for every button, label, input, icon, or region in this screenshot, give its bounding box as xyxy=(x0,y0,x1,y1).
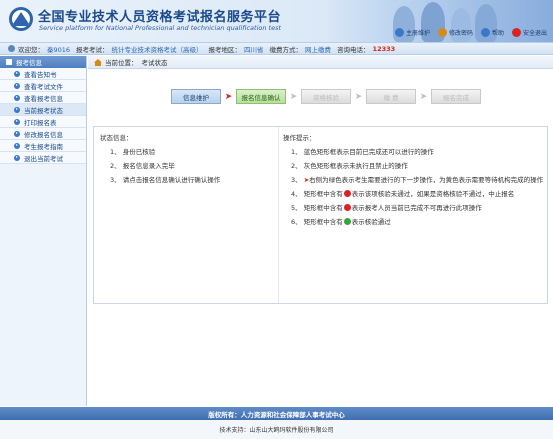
step-complete: 报名完成 xyxy=(431,89,481,104)
header: 全国专业技术人员资格考试报名服务平台 Service platform for … xyxy=(0,0,553,42)
play-circle-icon xyxy=(14,154,20,161)
tip-item: 3、 ➤右侧为绿色表示考生需要进行的下一步操作，为黄色表示需要等待机构完成的操作 xyxy=(291,176,544,184)
play-circle-icon xyxy=(14,82,20,89)
progress-steps: 信息维护 ➤ 报名信息确认 ➤ 资格核验 ➤ 缴 费 ➤ 报名完成 xyxy=(171,89,481,104)
exit-icon xyxy=(511,28,521,37)
play-circle-icon xyxy=(14,70,20,77)
sidebar-item-print[interactable]: 打印报名表 xyxy=(0,116,86,128)
user-name: 秦9016 xyxy=(47,45,71,54)
status-item: 2、 报名信息录入完毕 xyxy=(110,162,175,170)
platform-subtitle: Service platform for National Profession… xyxy=(39,24,282,32)
sidebar-title: 报考信息 xyxy=(0,56,86,68)
help-link[interactable]: 帮助 xyxy=(480,28,504,37)
footer-support: 技术支持：山东山大鸥玛软件股份有限公司 xyxy=(0,420,553,439)
menu-icon xyxy=(6,59,12,65)
user-icon xyxy=(8,45,15,52)
top-links: 主册维护 修改密码 帮助 安全退出 xyxy=(394,28,547,37)
exam-region: 四川省 xyxy=(244,45,264,54)
sidebar: 报考信息 查看告知书 查看考试文件 查看报考信息 当前报考状态 打印报名表 修改… xyxy=(0,56,87,406)
play-circle-icon xyxy=(14,94,20,101)
sidebar-item-exit-exam[interactable]: 退出当前考试 xyxy=(0,152,86,164)
step-confirm-info[interactable]: 报名信息确认 xyxy=(236,89,286,104)
tip-item: 6、 矩形框中含有 表示核验通过 xyxy=(291,218,391,226)
status-info: 状态信息： 1、 身份已核验 2、 报名信息录入完毕 3、 请点击报名信息确认进… xyxy=(100,132,280,190)
breadcrumb: 当前位置： 考试状态 xyxy=(88,56,553,69)
arrow-right-icon: ➤ xyxy=(419,91,428,102)
play-circle-icon xyxy=(14,130,20,137)
platform-logo-icon xyxy=(9,7,33,31)
check-icon xyxy=(343,218,351,225)
operation-tips: 操作提示： 1、 蓝色矩形框表示目前已完成还可以进行的操作 2、 灰色矩形框表示… xyxy=(283,132,545,232)
profile-link[interactable]: 主册维护 xyxy=(394,28,430,37)
arrow-right-icon: ➤ xyxy=(354,91,363,102)
step-payment: 缴 费 xyxy=(366,89,416,104)
status-item: 1、 身份已核验 xyxy=(110,148,156,156)
home-icon xyxy=(94,58,102,66)
footer-copyright: 版权所有：人力资源和社会保障部人事考试中心 xyxy=(0,407,553,420)
arrow-right-icon: ➤ xyxy=(224,91,233,102)
step-info-maintain[interactable]: 信息维护 xyxy=(171,89,221,104)
key-icon xyxy=(437,28,447,37)
tip-item: 4、 矩形框中含有 表示该项核验未通过，如果是资格核验不通过，中止报名 xyxy=(291,190,515,198)
sidebar-item-view-info[interactable]: 查看报考信息 xyxy=(0,92,86,104)
play-circle-icon xyxy=(14,106,20,113)
tip-item: 1、 蓝色矩形框表示目前已完成还可以进行的操作 xyxy=(291,148,434,156)
tip-item: 2、 灰色矩形框表示未执行且禁止的操作 xyxy=(291,162,408,170)
payment-method: 网上缴费 xyxy=(305,45,332,54)
user-info-bar: 欢迎您： 秦9016 报考考试： 统计专业技术资格考试（高级） 报考地区： 四川… xyxy=(0,42,553,55)
arrow-right-icon: ➤ xyxy=(289,91,298,102)
sidebar-item-edit-info[interactable]: 修改报名信息 xyxy=(0,128,86,140)
status-panel: 状态信息： 1、 身份已核验 2、 报名信息录入完毕 3、 请点击报名信息确认进… xyxy=(93,126,548,304)
help-icon xyxy=(480,28,490,37)
status-item: 3、 请点击报名信息确认进行确认操作 xyxy=(110,176,221,184)
exam-name: 统计专业技术资格考试（高级） xyxy=(111,45,203,54)
step-qualification-check: 资格核验 xyxy=(301,89,351,104)
platform-title: 全国专业技术人员资格考试报名服务平台 xyxy=(38,10,282,25)
user-edit-icon xyxy=(394,28,404,37)
tips-title: 操作提示： xyxy=(283,134,316,142)
sidebar-item-guide[interactable]: 考生报考指南 xyxy=(0,140,86,152)
logout-link[interactable]: 安全退出 xyxy=(511,28,547,37)
status-title: 状态信息： xyxy=(100,134,133,142)
stop-icon xyxy=(343,204,351,211)
error-icon xyxy=(343,190,351,197)
sidebar-item-status[interactable]: 当前报考状态 xyxy=(0,104,86,116)
sidebar-item-exam-docs[interactable]: 查看考试文件 xyxy=(0,80,86,92)
change-password-link[interactable]: 修改密码 xyxy=(437,28,473,37)
main-content: 当前位置： 考试状态 信息维护 ➤ 报名信息确认 ➤ 资格核验 ➤ 缴 费 ➤ … xyxy=(88,56,553,406)
tip-item: 5、 矩形框中含有 表示报考人员当前已完成不可再进行此项操作 xyxy=(291,204,482,212)
sidebar-item-notice[interactable]: 查看告知书 xyxy=(0,68,86,80)
consult-phone: 12333 xyxy=(372,44,396,53)
footer: 版权所有：人力资源和社会保障部人事考试中心 技术支持：山东山大鸥玛软件股份有限公… xyxy=(0,407,553,439)
play-circle-icon xyxy=(14,118,20,125)
play-circle-icon xyxy=(14,142,20,149)
current-location: 考试状态 xyxy=(141,59,168,67)
